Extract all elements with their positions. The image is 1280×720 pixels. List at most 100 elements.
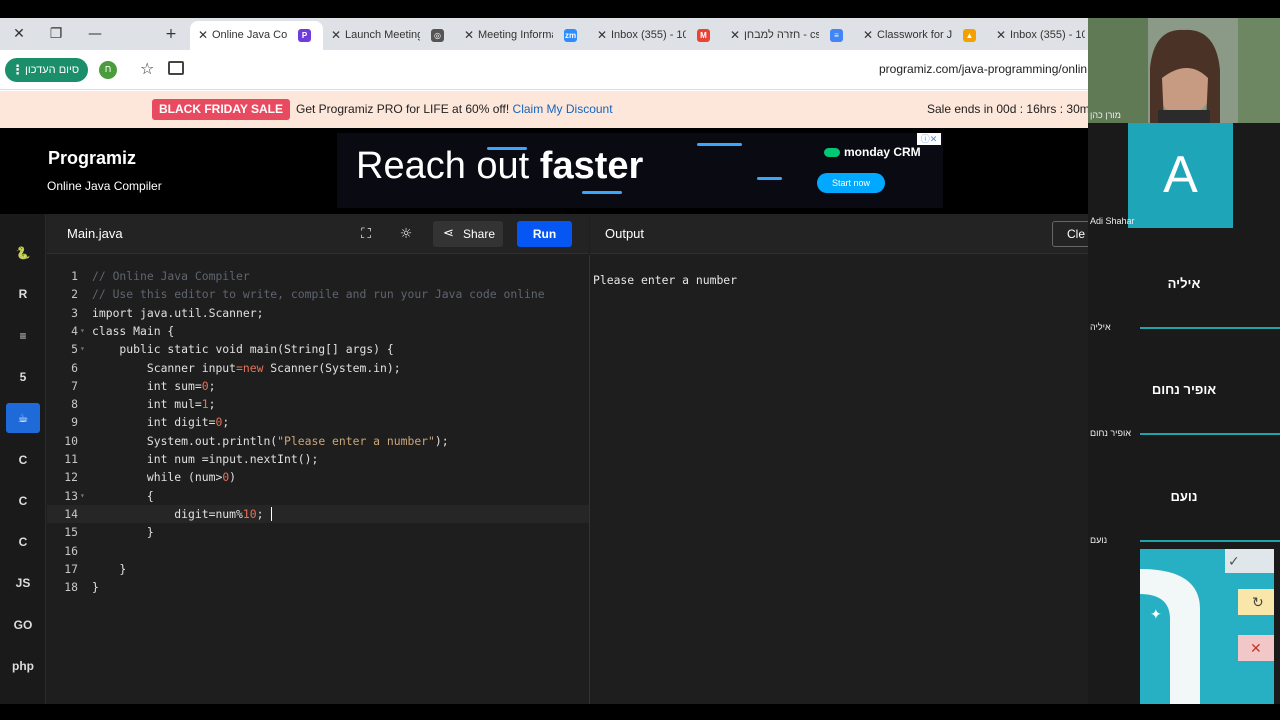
js-icon[interactable]: JS <box>6 568 40 598</box>
code-text: } <box>92 561 127 576</box>
meeting-participants-panel: מורן כהן A Adi Shahar איליה איליה אופיר נחום… <box>1088 18 1280 704</box>
code-line[interactable]: 18} <box>47 578 589 596</box>
cast-icon[interactable] <box>168 61 184 75</box>
csharp-icon[interactable]: C <box>6 527 40 557</box>
url-field[interactable]: programiz.com/java-programming/onlin <box>879 62 1087 76</box>
code-editor[interactable]: 1 // Online Java Compiler 2 // Use this edi… <box>47 255 589 704</box>
line-number: 9 <box>71 415 78 430</box>
profile-chip[interactable]: ⋮ סיום העדכון <box>5 58 88 82</box>
tab-close-icon[interactable]: ✕ <box>597 21 607 50</box>
tab-title: Classwork for JA <box>877 29 952 41</box>
participant-tile[interactable]: איליה איליה <box>1088 230 1280 335</box>
cpp-icon[interactable]: C <box>6 486 40 516</box>
theme-toggle-icon[interactable]: ☼ <box>393 221 419 247</box>
code-line[interactable]: 10 System.out.println("Please enter a nu… <box>47 432 589 450</box>
fold-arrow-icon[interactable]: ▾ <box>80 340 85 358</box>
code-line[interactable]: 3 import java.util.Scanner; <box>47 304 589 322</box>
participant-tile[interactable]: נועם נועם <box>1088 443 1280 548</box>
participant-avatar: A <box>1128 123 1233 228</box>
close-window-icon[interactable]: ✕ <box>8 24 30 44</box>
share-button[interactable]: ⋖ Share <box>433 221 503 247</box>
screen-share-thumbnail[interactable]: ✓ ↻ ✕ ✦ <box>1140 549 1274 704</box>
tab-close-icon[interactable]: ✕ <box>996 21 1006 50</box>
line-number: 6 <box>71 360 78 375</box>
tab-close-icon[interactable]: ✕ <box>863 21 873 50</box>
site-header: Programiz Online Java Compiler Reach out… <box>0 128 1088 214</box>
output-text: Please enter a number <box>593 273 738 287</box>
editor-toolbar: Main.java ⛶ ☼ ⋖ Share Run <box>47 214 589 254</box>
output-pane[interactable]: Please enter a number <box>590 255 1088 704</box>
java-icon[interactable]: ☕ <box>6 403 40 434</box>
share-button-label: Share <box>463 227 496 241</box>
ad-start-now-button[interactable]: Start now <box>817 173 885 193</box>
clear-button[interactable]: Cle <box>1052 221 1088 247</box>
code-line[interactable]: 11 int num =input.nextInt(); <box>47 450 589 468</box>
go-icon[interactable]: GO <box>6 610 40 640</box>
participant-name-label: נועם <box>1090 534 1108 545</box>
restore-window-icon[interactable]: ❐ <box>45 24 67 44</box>
browser-tab[interactable]: ✕ Meeting Informa zm <box>456 21 589 50</box>
bookmark-star-icon[interactable]: ☆ <box>140 59 154 78</box>
tab-close-icon[interactable]: ✕ <box>464 21 474 50</box>
c-icon[interactable]: C <box>6 445 40 475</box>
tile-separator <box>1140 326 1280 329</box>
browser-tab[interactable]: ✕ Classwork for JA ▲ <box>855 21 988 50</box>
tab-close-icon[interactable]: ✕ <box>331 21 341 50</box>
code-line[interactable]: 4 ▾ class Main { <box>47 322 589 340</box>
file-tab[interactable]: Main.java <box>47 214 147 254</box>
tab-favicon-icon: ≡ <box>830 29 843 42</box>
svg-text:✦: ✦ <box>1150 606 1162 622</box>
code-line[interactable]: 6 Scanner input=new Scanner(System.in); <box>47 359 589 377</box>
code-line[interactable]: 1 // Online Java Compiler <box>47 267 589 285</box>
browser-tab[interactable]: ✕Inbox (355) - 100M <box>589 21 722 50</box>
r-icon[interactable]: R <box>6 279 40 309</box>
claim-discount-link[interactable]: Claim My Discount <box>513 102 613 116</box>
browser-tab[interactable]: ✕ Online Java Con P <box>190 21 323 50</box>
code-line[interactable]: 7 int sum=0; <box>47 377 589 395</box>
run-button[interactable]: Run <box>517 221 572 247</box>
new-tab-icon[interactable]: + <box>160 24 182 44</box>
ad-banner[interactable]: Reach out faster monday CRM Start now ⓘ✕ <box>337 133 943 208</box>
tile-separator <box>1140 539 1280 542</box>
swift-icon[interactable]: ➶ <box>6 692 40 704</box>
code-line[interactable]: 12 while (num>0) <box>47 468 589 486</box>
code-line[interactable]: 5 ▾ public static void main(String[] args… <box>47 340 589 358</box>
participant-tile[interactable]: A Adi Shahar <box>1088 123 1280 228</box>
code-line[interactable]: 8 int mul=1; <box>47 395 589 413</box>
fullscreen-icon[interactable]: ⛶ <box>353 221 379 247</box>
php-icon[interactable]: php <box>6 651 40 681</box>
code-line[interactable]: 17 } <box>47 560 589 578</box>
fold-arrow-icon[interactable]: ▾ <box>80 322 85 340</box>
line-number: 13 <box>64 488 78 503</box>
text-caret <box>270 506 272 521</box>
python-icon[interactable]: 🐍 <box>6 238 40 268</box>
participant-tile[interactable]: אופיר נחום אופיר נחום <box>1088 336 1280 441</box>
code-line[interactable]: 15 } <box>47 523 589 541</box>
code-line[interactable]: 13 ▾ { <box>47 487 589 505</box>
line-number: 3 <box>71 305 78 320</box>
line-number: 14 <box>64 506 78 521</box>
svg-text:↻: ↻ <box>1252 594 1264 610</box>
ad-close-icon[interactable]: ⓘ✕ <box>917 133 941 145</box>
programiz-logo[interactable]: Programiz <box>48 148 136 169</box>
tab-close-icon[interactable]: ✕ <box>198 21 208 50</box>
code-line[interactable]: 14 digit=num%10; <box>47 504 589 524</box>
tab-close-icon[interactable]: ✕ <box>730 21 740 50</box>
participant-name-label: Adi Shahar <box>1090 216 1135 226</box>
code-line[interactable]: 9 int digit=0; <box>47 413 589 431</box>
participant-name-label: אופיר נחום <box>1090 428 1131 438</box>
code-line[interactable]: 16 <box>47 542 589 560</box>
host-video-tile[interactable]: מורן כהן <box>1088 18 1280 123</box>
avatar[interactable]: ח <box>99 61 117 79</box>
html-icon[interactable]: 5 <box>6 362 40 392</box>
fold-arrow-icon[interactable]: ▾ <box>80 487 85 505</box>
browser-tab[interactable]: ✕ Launch Meeting ◎ <box>323 21 456 50</box>
minimize-window-icon[interactable]: — <box>84 24 106 44</box>
sale-badge[interactable]: BLACK FRIDAY SALE <box>152 99 291 120</box>
browser-tab[interactable]: ✕Inbox (355) - 100M <box>988 21 1088 50</box>
code-line[interactable]: 2 // Use this editor to write, compile an… <box>47 285 589 303</box>
share-icon: ⋖ <box>443 226 454 241</box>
sql-icon[interactable]: ≡ <box>6 321 40 351</box>
browser-tab[interactable]: ✕ חזרה למבחן - cs ≡ <box>722 21 855 50</box>
code-text: } <box>92 525 154 540</box>
